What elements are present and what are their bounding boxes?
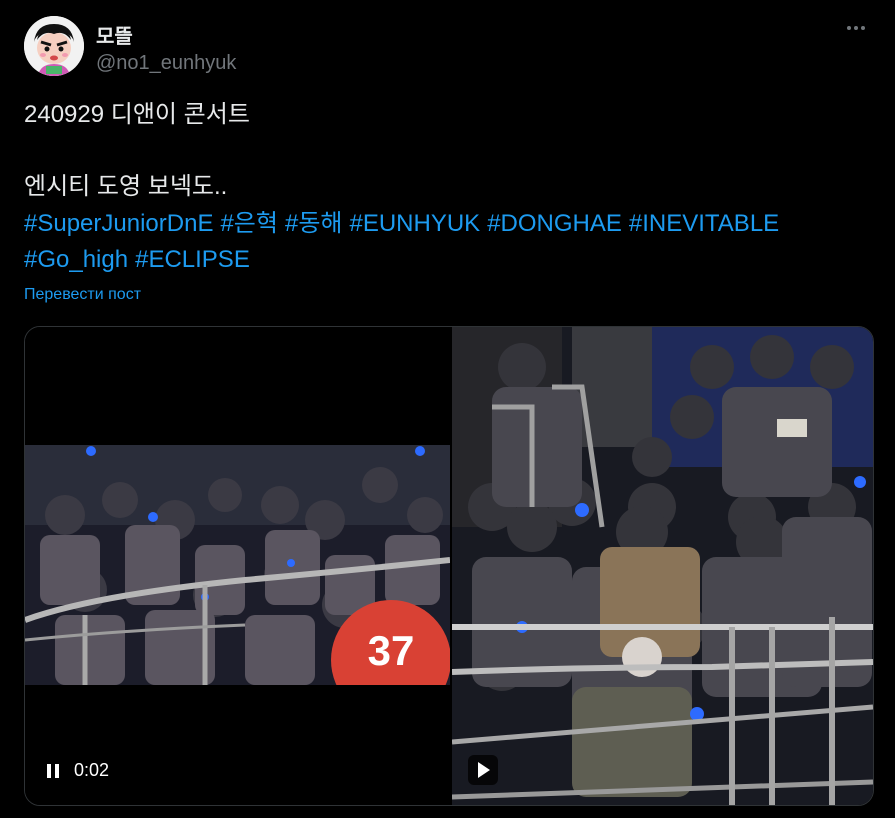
- translate-post-link[interactable]: Перевести пост: [24, 286, 141, 304]
- media-grid: 37 0:02: [24, 326, 874, 806]
- hashtag-link[interactable]: #EUNHYUK: [349, 210, 480, 237]
- video-playback-control[interactable]: 0:02: [45, 757, 135, 783]
- video-thumbnail-left[interactable]: 37 0:02: [25, 327, 450, 805]
- hashtag-link[interactable]: #Go_high: [24, 246, 128, 273]
- hashtag-link[interactable]: #ECLIPSE: [135, 246, 250, 273]
- author-handle[interactable]: @no1_eunhyuk: [96, 52, 236, 75]
- avatar[interactable]: [24, 16, 84, 76]
- concert-crowd-video-frame: 37: [25, 445, 450, 685]
- hashtag-link[interactable]: #동해: [285, 210, 343, 237]
- author-display-name[interactable]: 모뜰: [96, 20, 133, 49]
- hashtag-link[interactable]: #SuperJuniorDnE: [24, 210, 213, 237]
- more-options-icon[interactable]: [841, 16, 871, 46]
- hashtag-link[interactable]: #DONGHAE: [487, 210, 622, 237]
- hashtags-row-1: #SuperJuniorDnE #은혁 #동해 #EUNHYUK #DONGHAE #IN…: [24, 206, 786, 242]
- seat-number-sign: 37: [368, 627, 415, 674]
- concert-crowd-image: [451, 327, 873, 805]
- hashtag-link[interactable]: #INEVITABLE: [629, 210, 779, 237]
- pause-icon[interactable]: [45, 762, 61, 780]
- play-icon[interactable]: [468, 755, 498, 785]
- tweet-header: 모뜰 @no1_eunhyuk: [24, 16, 871, 78]
- avatar-illustration: [24, 16, 84, 76]
- video-thumbnail-right[interactable]: [451, 327, 873, 805]
- tweet-text-line-2: 엔시티 도영 보넥도..: [24, 173, 228, 200]
- hashtag-link[interactable]: #은혁: [220, 210, 278, 237]
- video-time: 0:02: [74, 760, 110, 780]
- play-button[interactable]: [468, 755, 498, 785]
- tweet-text-line-1: 240929 디앤이 콘서트: [24, 101, 250, 128]
- hashtags-row-2: #Go_high #ECLIPSE: [24, 242, 257, 278]
